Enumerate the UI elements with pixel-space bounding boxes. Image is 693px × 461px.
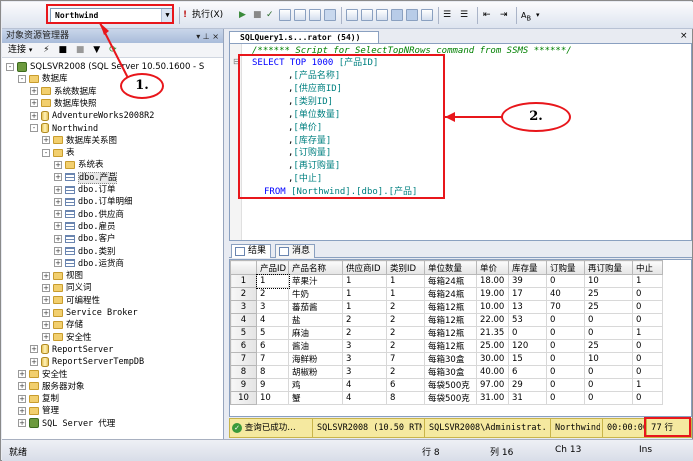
callout-two: 2. [501,102,571,132]
arrowhead-icon [100,23,109,35]
callout-one: 1. [120,73,164,99]
callout-arrows [99,22,503,122]
arrowhead-icon [445,112,455,122]
